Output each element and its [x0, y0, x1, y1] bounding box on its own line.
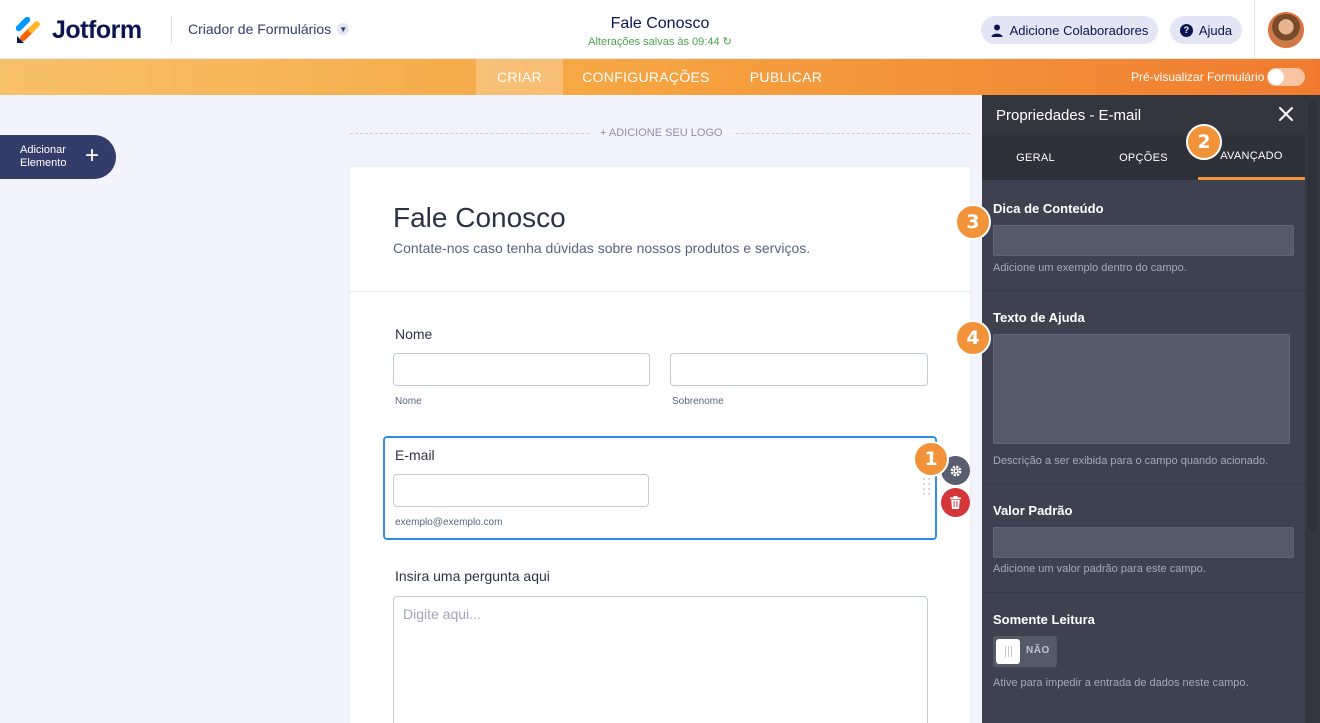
panel-tabs: GERAL OPÇÕES AVANÇADO	[982, 135, 1305, 180]
logo-text: Jotform	[52, 16, 142, 44]
question-field-label[interactable]: Insira uma pergunta aqui	[395, 568, 550, 584]
last-name-input[interactable]	[670, 353, 928, 386]
panel-header: Propriedades - E-mail	[982, 95, 1305, 135]
first-name-sublabel: Nome	[395, 396, 422, 407]
add-collaborators-button[interactable]: Adicione Colaboradores	[981, 16, 1158, 44]
top-header: Jotform Criador de Formulários ▼ Fale Co…	[0, 0, 1320, 59]
jotform-logo-icon	[16, 17, 40, 43]
gear-icon	[950, 465, 961, 476]
question-icon: ?	[1179, 23, 1193, 37]
add-element-button[interactable]: Adicionar Elemento +	[0, 135, 116, 179]
help-text-help: Descrição a ser exibida para o campo qua…	[993, 455, 1269, 467]
help-text-textarea[interactable]	[993, 334, 1290, 444]
header-divider	[171, 16, 172, 43]
preview-label: Pré-visualizar Formulário	[1131, 70, 1265, 84]
question-placeholder: Digite aqui...	[403, 606, 481, 622]
default-value-help: Adicione um valor padrão para este campo…	[993, 563, 1206, 575]
form-card: Fale Conosco Contate-nos caso tenha dúvi…	[350, 167, 970, 723]
preview-toggle-knob	[1268, 69, 1284, 85]
help-label: Ajuda	[1198, 22, 1233, 38]
plus-icon: +	[85, 142, 100, 169]
hint-help: Adicione um exemplo dentro do campo.	[993, 262, 1187, 274]
readonly-help: Ative para impedir a entrada de dados ne…	[993, 677, 1249, 689]
tab-configuracoes[interactable]: CONFIGURAÇÕES	[570, 59, 722, 95]
delete-field-button[interactable]	[941, 488, 970, 517]
close-icon[interactable]	[1276, 104, 1296, 124]
help-button[interactable]: ? Ajuda	[1170, 16, 1242, 44]
panel-scroll-thumb[interactable]	[1308, 101, 1317, 531]
form-title[interactable]: Fale Conosco	[560, 15, 760, 33]
readonly-label: Somente Leitura	[993, 612, 1095, 627]
email-sublabel: exemplo@exemplo.com	[395, 517, 503, 528]
email-input[interactable]	[393, 474, 649, 507]
drag-handle-icon[interactable]	[923, 478, 933, 496]
panel-title: Propriedades - E-mail	[996, 107, 1142, 124]
tab-opcoes[interactable]: OPÇÕES	[1090, 135, 1197, 180]
email-field-label[interactable]: E-mail	[395, 447, 435, 463]
form-subheading[interactable]: Contate-nos caso tenha dúvidas sobre nos…	[393, 240, 810, 256]
heading-divider	[350, 291, 970, 292]
avatar[interactable]	[1268, 12, 1304, 48]
default-value-input[interactable]	[993, 527, 1294, 558]
first-name-input[interactable]	[393, 353, 650, 386]
readonly-toggle-knob	[996, 639, 1020, 664]
chevron-down-icon: ▼	[337, 23, 350, 35]
add-collaborators-label: Adicione Colaboradores	[1009, 22, 1149, 38]
step-badge-1: 1	[913, 441, 949, 477]
jotform-logo[interactable]: Jotform	[16, 16, 142, 45]
trash-icon	[950, 496, 961, 509]
saved-status-text: Alterações salvas às 09:44	[588, 36, 720, 48]
builder-menu-label: Criador de Formulários	[188, 21, 332, 37]
step-badge-4: 4	[955, 320, 991, 356]
name-field-label[interactable]: Nome	[395, 326, 432, 342]
preview-toggle[interactable]	[1267, 68, 1305, 86]
tab-geral[interactable]: GERAL	[982, 135, 1089, 180]
tab-publicar[interactable]: PUBLICAR	[740, 59, 832, 95]
builder-navbar: CRIAR CONFIGURAÇÕES PUBLICAR Pré-visuali…	[0, 59, 1320, 95]
default-value-label: Valor Padrão	[993, 503, 1073, 518]
refresh-icon: ↻	[722, 36, 732, 48]
form-heading[interactable]: Fale Conosco	[393, 202, 566, 234]
header-divider-right	[1254, 0, 1255, 59]
properties-panel: Propriedades - E-mail GERAL OPÇÕES AVANÇ…	[982, 95, 1320, 723]
tab-criar[interactable]: CRIAR	[476, 59, 563, 95]
readonly-toggle[interactable]: NÃO	[993, 636, 1057, 667]
readonly-toggle-label: NÃO	[1026, 645, 1050, 656]
last-name-sublabel: Sobrenome	[672, 396, 724, 407]
add-logo-button[interactable]: + ADICIONE SEU LOGO	[590, 127, 733, 139]
step-badge-3: 3	[955, 204, 991, 240]
add-element-label: Adicionar Elemento	[20, 144, 67, 169]
user-icon	[991, 24, 1003, 37]
help-text-label: Texto de Ajuda	[993, 310, 1085, 325]
saved-status: Alterações salvas às 09:44 ↻	[560, 35, 760, 48]
hint-input[interactable]	[993, 225, 1294, 256]
builder-menu[interactable]: Criador de Formulários ▼	[188, 21, 350, 37]
step-badge-2: 2	[1186, 124, 1222, 160]
hint-label: Dica de Conteúdo	[993, 201, 1104, 216]
question-textarea[interactable]: Digite aqui...	[393, 596, 928, 723]
